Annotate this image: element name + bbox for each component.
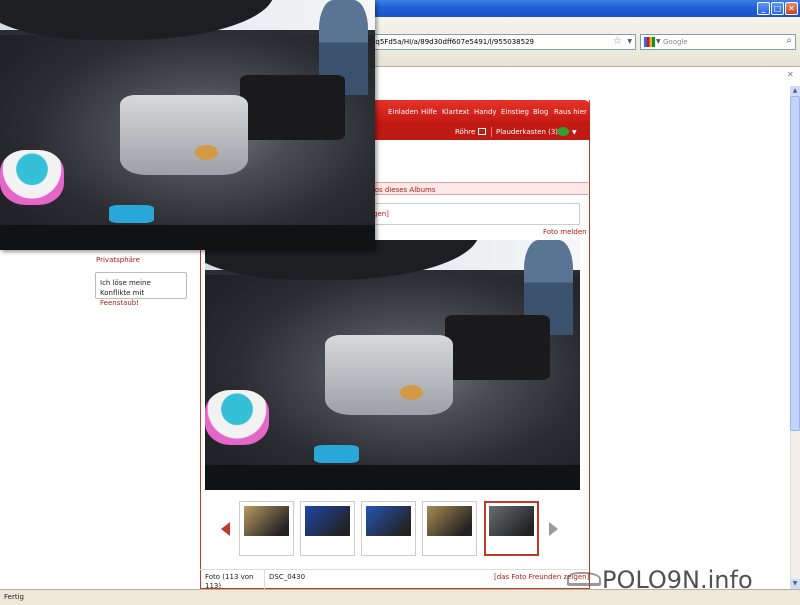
scrollbar-thumb[interactable] — [790, 96, 800, 431]
site-watermark: POLO9N.info — [602, 566, 753, 594]
photo-washer-cap — [108, 205, 154, 223]
comment-link[interactable]: gen] — [373, 210, 389, 218]
photo-coolant-reservoir — [205, 390, 269, 445]
photo-name: DSC_0430 — [269, 573, 306, 581]
subnav-divider — [491, 127, 492, 137]
photo-popup-preview[interactable] — [0, 0, 375, 250]
thumbnail-image — [366, 506, 411, 536]
photo-bumper — [205, 465, 580, 490]
url-text: nq5Fd5a/HI/a/89d30dff607e5491/l/95503852… — [371, 38, 534, 46]
thumbnail-image — [244, 506, 289, 536]
album-photos-link[interactable]: tos dieses Albums — [372, 186, 436, 194]
nav-blog[interactable]: Blog — [533, 108, 548, 116]
search-input[interactable]: Google — [663, 38, 688, 46]
chat-icon[interactable] — [557, 127, 569, 136]
scroll-down-arrow-icon[interactable]: ▼ — [790, 579, 800, 589]
bookmark-star-icon[interactable]: ☆ — [613, 36, 622, 47]
status-text: Fertig — [4, 593, 24, 601]
status-text: Ich löse meine Konflikte mit — [100, 279, 151, 297]
photo-airbox — [240, 75, 345, 140]
close-button[interactable]: ✕ — [785, 2, 798, 15]
chat-link[interactable]: Plauderkasten (3) — [496, 128, 558, 136]
photo-engine — [325, 335, 453, 415]
google-icon[interactable] — [644, 37, 655, 47]
chat-dropdown-icon[interactable]: ▼ — [572, 129, 577, 136]
photo-engine — [120, 95, 248, 175]
photo-washer-cap — [313, 445, 359, 463]
previous-photo-arrow-icon[interactable] — [221, 522, 230, 536]
maximize-button[interactable]: □ — [771, 2, 784, 15]
tv-icon — [478, 128, 486, 135]
thumbnail-image — [427, 506, 472, 536]
nav-raus-hier[interactable]: Raus hier — [554, 108, 587, 116]
thumbnail[interactable] — [422, 501, 477, 556]
user-status-box: Ich löse meine Konflikte mit Feenstaub! — [95, 272, 187, 307]
search-bar[interactable]: ▼ Google ⌕ — [640, 34, 796, 50]
scroll-up-arrow-icon[interactable]: ▲ — [790, 86, 800, 96]
nav-klartext[interactable]: Klartext — [442, 108, 470, 116]
thumbnail[interactable] — [300, 501, 355, 556]
thumbnail-image — [489, 506, 534, 536]
photo-hood — [0, 0, 274, 40]
report-photo-link[interactable]: Foto melden — [543, 228, 587, 236]
nav-einstieg[interactable]: Einstieg — [501, 108, 529, 116]
photo-oil-cap — [195, 145, 218, 160]
tv-link[interactable]: Röhre — [455, 128, 475, 136]
nav-hilfe[interactable]: Hilfe — [421, 108, 437, 116]
minimize-button[interactable]: _ — [757, 2, 770, 15]
url-dropdown-icon[interactable]: ▼ — [627, 38, 632, 45]
status-end: ! — [136, 299, 140, 307]
search-engine-dropdown-icon[interactable]: ▼ — [656, 38, 661, 45]
nav-einladen[interactable]: Einladen — [388, 108, 418, 116]
privacy-link[interactable]: Privatsphäre — [96, 256, 140, 264]
next-photo-arrow-icon[interactable] — [549, 522, 558, 536]
close-tab-icon[interactable]: ✕ — [787, 70, 794, 79]
thumbnail-active[interactable] — [484, 501, 539, 556]
thumbnail-image — [305, 506, 350, 536]
thumbnail[interactable] — [239, 501, 294, 556]
car-logo-icon — [567, 572, 601, 586]
photo-bumper — [0, 225, 375, 250]
comment-box: gen] — [368, 203, 580, 225]
nav-handy[interactable]: Handy — [474, 108, 497, 116]
photo-airbox — [445, 315, 550, 380]
thumbnail[interactable] — [361, 501, 416, 556]
photo-coolant-reservoir — [0, 150, 64, 205]
status-link[interactable]: Feenstaub — [100, 299, 136, 307]
main-photo[interactable] — [205, 240, 580, 490]
photo-oil-cap — [400, 385, 423, 400]
search-icon[interactable]: ⌕ — [786, 35, 792, 46]
